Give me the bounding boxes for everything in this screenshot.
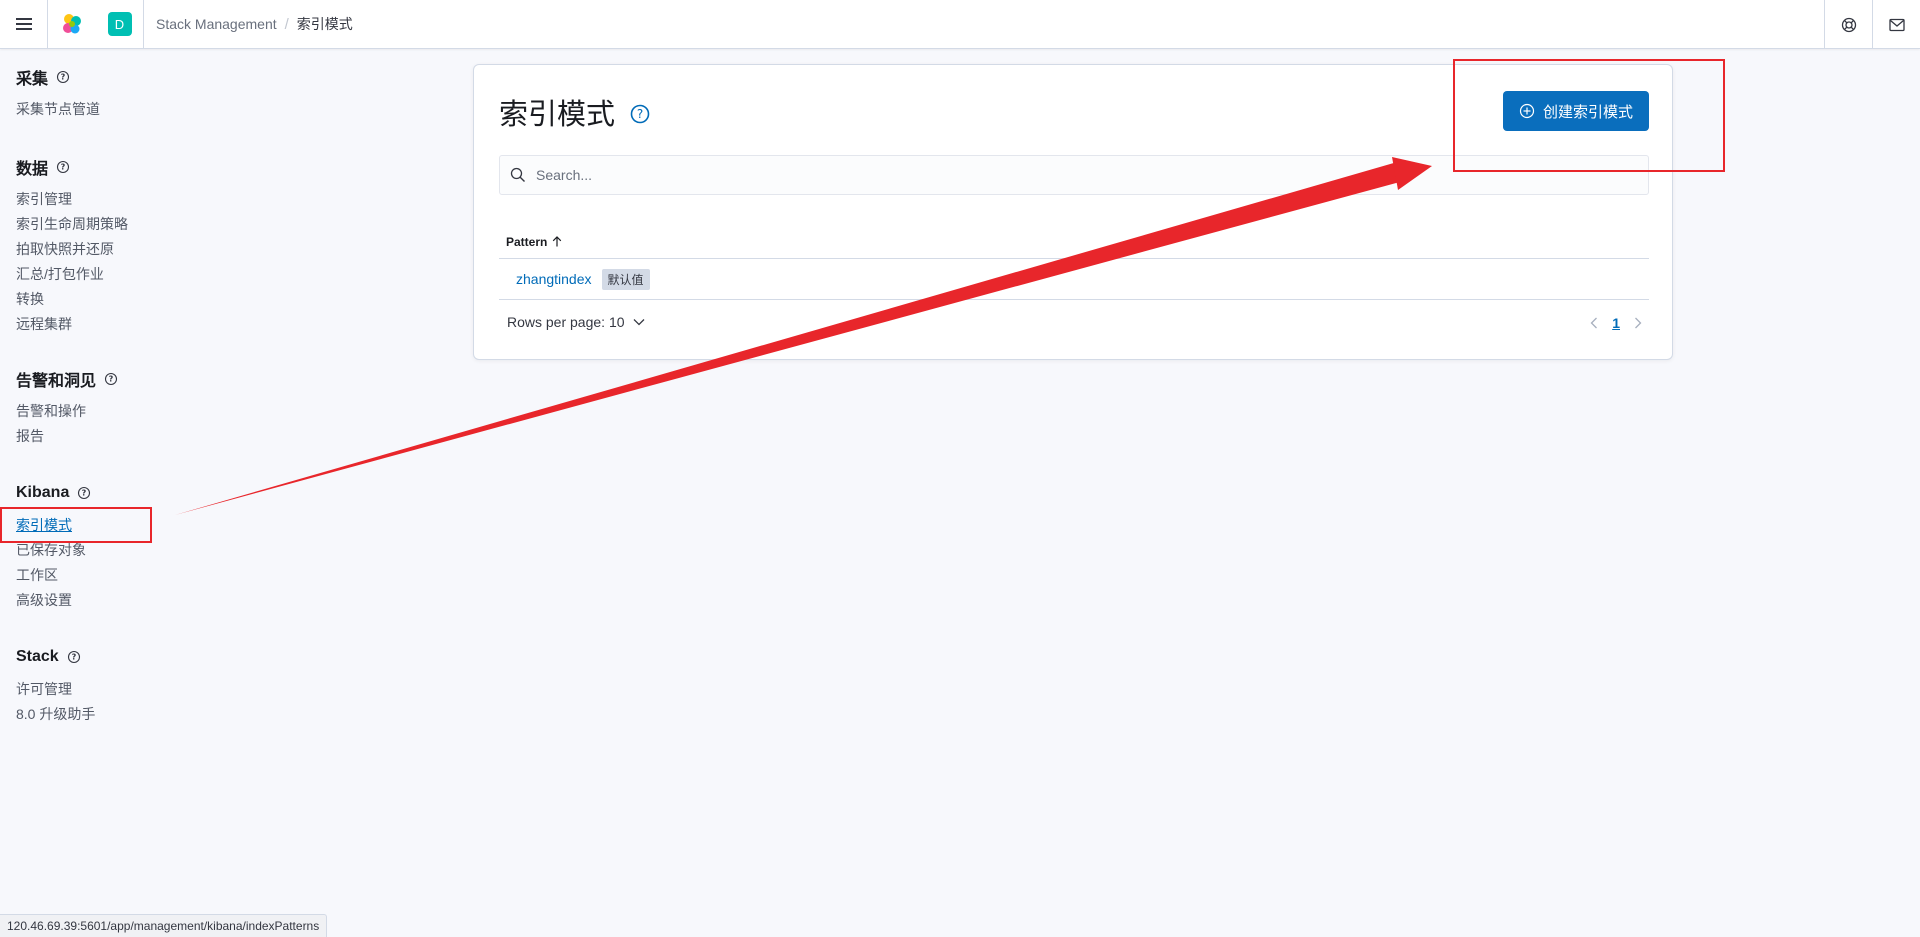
sidebar-item-transforms[interactable]: 转换: [16, 287, 236, 312]
sidebar-item-saved-objects[interactable]: 已保存对象: [16, 538, 236, 563]
rows-per-page-button[interactable]: Rows per page: 10: [507, 314, 645, 330]
svg-text:?: ?: [61, 163, 66, 172]
sidebar-item-alerts-actions[interactable]: 告警和操作: [16, 399, 236, 424]
svg-text:?: ?: [82, 489, 87, 498]
question-circle-icon[interactable]: ?: [56, 160, 70, 174]
nav-group-title: 数据: [16, 161, 49, 178]
search-icon: [510, 167, 525, 182]
index-patterns-panel: 索引模式 ? 创建索引模式 Pattern zhangtindex 默认值: [473, 64, 1673, 360]
help-menu-button[interactable]: [1824, 0, 1872, 49]
table-header-pattern[interactable]: Pattern: [499, 225, 1649, 259]
page-title: 索引模式 ?: [499, 91, 651, 133]
sidebar-item-snapshot-restore[interactable]: 拍取快照并还原: [16, 237, 236, 262]
status-bar-url: 120.46.69.39:5601/app/management/kibana/…: [0, 914, 328, 937]
page-number-button[interactable]: 1: [1612, 315, 1620, 331]
svg-text:?: ?: [637, 107, 643, 121]
nav-group-title: 采集: [16, 71, 49, 88]
sidebar-item-index-management[interactable]: 索引管理: [16, 187, 236, 212]
chevron-left-icon[interactable]: [1590, 317, 1598, 329]
space-avatar: D: [107, 12, 132, 36]
plus-circle-icon: [1519, 103, 1535, 119]
question-circle-icon[interactable]: ?: [56, 70, 70, 84]
page-title-text: 索引模式: [499, 99, 616, 131]
breadcrumb-current: 索引模式: [296, 16, 353, 32]
chevron-right-icon[interactable]: [1634, 317, 1642, 329]
breadcrumb: Stack Management / 索引模式: [144, 14, 353, 34]
search-input[interactable]: [536, 167, 1636, 183]
sidebar-item-advanced-settings[interactable]: 高级设置: [16, 588, 236, 613]
top-header: D Stack Management / 索引模式: [0, 0, 1920, 49]
table-row: zhangtindex 默认值: [499, 259, 1649, 300]
nav-group-heading: 采集 ?: [16, 65, 236, 89]
svg-text:?: ?: [109, 375, 114, 384]
nav-group-title: Kibana: [16, 484, 70, 501]
hamburger-menu-icon: [15, 18, 32, 30]
breadcrumb-separator: /: [284, 15, 289, 33]
svg-text:?: ?: [71, 653, 76, 662]
nav-group-heading: Kibana ?: [16, 481, 236, 505]
sidebar-item-rollup-jobs[interactable]: 汇总/打包作业: [16, 262, 236, 287]
question-circle-icon[interactable]: ?: [77, 486, 91, 500]
column-header-label: Pattern: [506, 234, 548, 249]
elastic-logo-button[interactable]: [48, 0, 96, 49]
sidebar-item-index-patterns[interactable]: 索引模式: [0, 513, 236, 538]
svg-text:?: ?: [61, 73, 66, 82]
nav-group-title: Stack: [16, 648, 59, 665]
breadcrumb-stack-management[interactable]: Stack Management: [156, 16, 277, 32]
nav-group-heading: 告警和洞见 ?: [16, 367, 236, 391]
side-navigation: 采集 ? 采集节点管道 数据 ? 索引管理 索引生命周期策略 拍取快照并还原 汇…: [0, 49, 240, 909]
search-field: [499, 155, 1649, 195]
sidebar-item-spaces[interactable]: 工作区: [16, 563, 236, 588]
sidebar-item-remote-clusters[interactable]: 远程集群: [16, 312, 236, 337]
header-actions: [1824, 0, 1920, 49]
create-index-pattern-button[interactable]: 创建索引模式: [1503, 91, 1649, 131]
sidebar-item-ingest-pipelines[interactable]: 采集节点管道: [16, 97, 236, 122]
nav-group-ingest: 采集 ? 采集节点管道: [16, 65, 236, 122]
menu-toggle-button[interactable]: [0, 0, 48, 49]
sidebar-item-upgrade-assistant[interactable]: 8.0 升级助手: [16, 702, 236, 727]
lifebuoy-icon: [1841, 17, 1856, 32]
mail-icon: [1888, 18, 1905, 31]
nav-group-alerts-insights: 告警和洞见 ? 告警和操作 报告: [16, 367, 236, 449]
index-pattern-link[interactable]: zhangtindex: [516, 271, 592, 287]
newsfeed-button[interactable]: [1872, 0, 1920, 49]
nav-group-kibana: Kibana ? 索引模式 已保存对象 工作区 高级设置: [0, 481, 236, 613]
nav-group-heading: Stack ?: [16, 645, 236, 669]
nav-group-data: 数据 ? 索引管理 索引生命周期策略 拍取快照并还原 汇总/打包作业 转换 远程…: [16, 155, 236, 337]
sort-ascending-icon: [553, 236, 562, 247]
question-circle-icon[interactable]: ?: [67, 650, 81, 664]
sidebar-item-ilm-policies[interactable]: 索引生命周期策略: [16, 212, 236, 237]
nav-group-heading: 数据 ?: [16, 155, 236, 179]
chevron-down-icon: [633, 319, 644, 326]
sidebar-item-license-management[interactable]: 许可管理: [16, 677, 236, 702]
rows-per-page-label: Rows per page: 10: [507, 314, 625, 330]
space-selector-button[interactable]: D: [96, 0, 144, 49]
nav-group-stack: Stack ? 许可管理 8.0 升级助手: [16, 645, 236, 727]
create-button-label: 创建索引模式: [1542, 103, 1633, 121]
nav-group-title: 告警和洞见: [16, 373, 97, 390]
pagination: 1: [1590, 315, 1642, 331]
elastic-logo-icon: [63, 14, 81, 34]
default-badge: 默认值: [601, 268, 650, 290]
sidebar-item-reporting[interactable]: 报告: [16, 424, 236, 449]
question-circle-icon[interactable]: ?: [629, 103, 651, 125]
question-circle-icon[interactable]: ?: [104, 372, 118, 386]
